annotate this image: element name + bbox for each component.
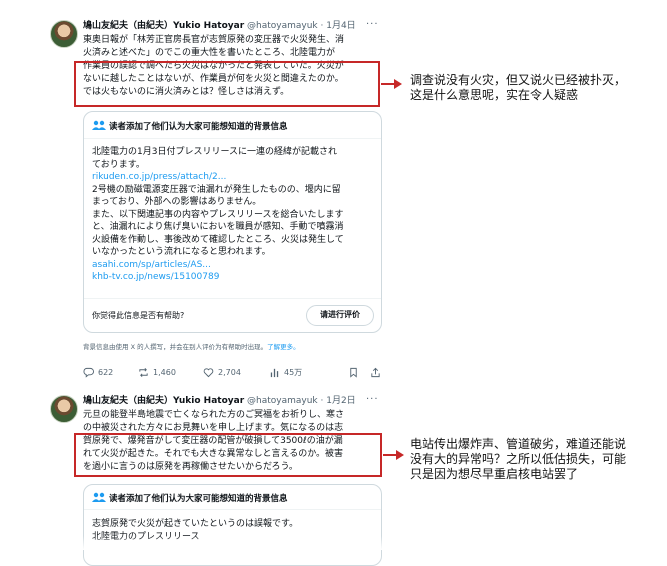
tweet-line: 元旦の能登半島地震で亡くなられた方のご冥福をお祈りし、寒さ (83, 410, 345, 420)
community-note: 读者添加了他们认为大家可能想知道的背景信息 志賀原発で火災が起きていたというのは… (83, 484, 382, 566)
translation-annotation: 调查说没有火灾，但又说火已经被扑灭， 这是什么意思呢，实在令人疑惑 (410, 73, 626, 103)
reply-icon (83, 367, 94, 378)
author-handle-time[interactable]: @hatoyamayuk · 1月4日 (247, 21, 356, 31)
like-count: 2,704 (218, 368, 241, 377)
annotation-line: 调查说没有火灾，但又说火已经被扑灭， (410, 73, 627, 87)
note-line: いなかったという流れになると思われます。 (92, 247, 271, 257)
disclaimer-text: 背景信息由使用 X 的人撰写，并会在别人评价为有帮助时出现。 (83, 343, 268, 351)
note-line: 北陸電力の1月3日付プレスリリースに一連の経緯が記載され (92, 147, 338, 157)
divider (84, 509, 381, 510)
annotation-line: 只是因为想尽早重启核电站罢了 (410, 467, 579, 481)
community-note: 读者添加了他们认为大家可能想知道的背景信息 北陸電力の1月3日付プレスリリースに… (83, 111, 382, 333)
more-options-icon[interactable]: ··· (366, 394, 379, 405)
annotation-line: 电站传出爆炸声、管道破劣，难道还能说 (410, 437, 627, 451)
annotation-line: 这是什么意思呢，实在令人疑惑 (410, 88, 579, 102)
analytics-icon (270, 368, 279, 378)
views-button[interactable]: 45万 (269, 367, 302, 378)
like-button[interactable]: 2,704 (203, 367, 241, 378)
note-line: 志賀原発で火災が起きていたというのは誤報です。 (92, 519, 299, 529)
note-header: 读者添加了他们认为大家可能想知道的背景信息 (109, 494, 288, 504)
divider (84, 298, 381, 299)
bottom-fade (0, 536, 667, 550)
reply-button[interactable]: 622 (83, 367, 113, 378)
more-options-icon[interactable]: ··· (366, 19, 379, 30)
action-bar: 622 1,460 2,704 45万 (83, 367, 383, 381)
view-count: 45万 (284, 368, 303, 377)
annotation-line: 没有大的异常吗？之所以低估损失，可能 (410, 452, 627, 466)
note-line: また、以下関連記事の内容やプレスリリースを総合いたします (92, 209, 344, 220)
helpful-question: 你觉得此信息是否有帮助? (92, 311, 185, 320)
tweet-header: 鳩山友紀夫（由紀夫）Yukio Hatoyar @hatoyamayuk · 1… (83, 20, 356, 33)
note-body: 北陸電力の1月3日付プレスリリースに一連の経緯が記載され ております。 riku… (92, 146, 377, 284)
author-avatar[interactable] (50, 395, 78, 423)
highlight-box (74, 61, 380, 107)
bookmark-button[interactable] (348, 367, 359, 378)
note-link[interactable]: khb-tv.co.jp/news/15100789 (92, 271, 377, 284)
note-header: 读者添加了他们认为大家可能想知道的背景信息 (109, 122, 288, 132)
note-line: 火設備を作動し、事後改めて確認したところ、火災は発生して (92, 234, 344, 245)
note-link[interactable]: rikuden.co.jp/press/attach/2... (92, 171, 377, 184)
repost-count: 1,460 (153, 368, 176, 377)
note-disclaimer: 背景信息由使用 X 的人撰写，并会在别人评价为有帮助时出现。了解更多。 (83, 341, 300, 351)
tweet-line: 東奥日報が「林芳正官房長官が志賀原発の変圧器で火災発生、消 (83, 35, 345, 45)
note-line: ております。 (92, 159, 145, 170)
arrow-right-icon (383, 450, 404, 460)
tweet-header: 鳩山友紀夫（由紀夫）Yukio Hatoyar @hatoyamayuk · 1… (83, 395, 356, 408)
users-icon (92, 120, 106, 130)
repost-button[interactable]: 1,460 (138, 367, 176, 378)
heart-icon (203, 368, 214, 378)
repost-icon (139, 368, 148, 377)
author-handle-time[interactable]: @hatoyamayuk · 1月2日 (247, 396, 356, 406)
author-name[interactable]: 鳩山友紀夫（由紀夫）Yukio Hatoyar (83, 396, 244, 406)
note-line: まっており、外部への影響はありません。 (92, 197, 262, 207)
author-avatar[interactable] (50, 20, 78, 48)
note-line: 2号機の励磁電源変圧器で油漏れが発生したものの、堰内に留 (92, 184, 341, 195)
highlight-box (74, 433, 382, 477)
note-link[interactable]: asahi.com/sp/articles/AS... (92, 259, 377, 272)
share-icon (371, 367, 380, 378)
arrow-right-icon (381, 79, 402, 89)
rate-button[interactable]: 请进行评价 (306, 305, 374, 326)
users-icon (92, 492, 106, 502)
tweet-line: 火済みと述べた」のでこの重大性を書いたところ、北陸電力が (83, 48, 336, 58)
learn-more-link[interactable]: 了解更多。 (267, 343, 300, 351)
author-name[interactable]: 鳩山友紀夫（由紀夫）Yukio Hatoyar (83, 21, 244, 31)
translation-annotation: 电站传出爆炸声、管道破劣，难道还能说 没有大的异常吗？之所以低估损失，可能 只是… (410, 437, 626, 482)
share-button[interactable] (370, 367, 381, 378)
note-line: と、油漏れにより焦げ臭いにおいを職員が感知、手動で噴霧消 (92, 222, 344, 232)
divider (84, 138, 381, 139)
bookmark-icon (350, 367, 357, 378)
reply-count: 622 (98, 368, 114, 377)
